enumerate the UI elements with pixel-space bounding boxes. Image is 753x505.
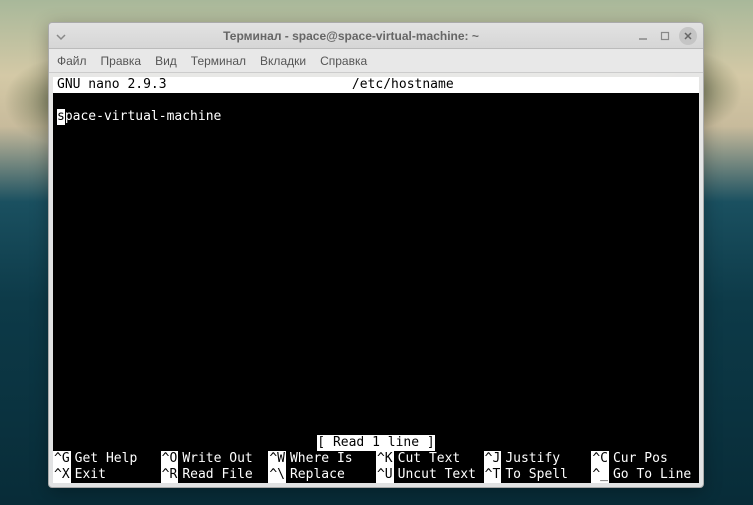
minimize-button[interactable] — [635, 28, 651, 44]
shortcut-get-help: ^GGet Help — [53, 451, 161, 467]
shortcut-cut-text: ^KCut Text — [376, 451, 484, 467]
window-title: Терминал - space@space-virtual-machine: … — [67, 29, 635, 43]
nano-filename: /etc/hostname — [167, 77, 639, 93]
nano-content: pace-virtual-machine — [65, 109, 222, 124]
terminal-window: Терминал - space@space-virtual-machine: … — [48, 22, 704, 488]
close-button[interactable] — [679, 27, 697, 45]
terminal-viewport[interactable]: GNU nano 2.9.3 /etc/hostname space-virtu… — [53, 77, 699, 483]
menu-edit[interactable]: Правка — [101, 54, 142, 68]
nano-shortcuts: ^GGet Help ^OWrite Out ^WWhere Is ^KCut … — [53, 451, 699, 483]
menu-view[interactable]: Вид — [155, 54, 177, 68]
nano-status-text: [ Read 1 line ] — [317, 435, 434, 451]
menu-tabs[interactable]: Вкладки — [260, 54, 306, 68]
shortcut-exit: ^XExit — [53, 467, 161, 483]
shortcut-justify: ^JJustify — [484, 451, 592, 467]
nano-titlebar: GNU nano 2.9.3 /etc/hostname — [53, 77, 699, 93]
menubar: Файл Правка Вид Терминал Вкладки Справка — [49, 49, 703, 73]
app-menu-icon[interactable] — [55, 30, 67, 42]
shortcut-cur-pos: ^CCur Pos — [591, 451, 699, 467]
shortcut-replace: ^\Replace — [268, 467, 376, 483]
nano-cursor: s — [57, 109, 65, 125]
menu-terminal[interactable]: Терминал — [191, 54, 246, 68]
shortcut-uncut-text: ^UUncut Text — [376, 467, 484, 483]
shortcut-to-spell: ^TTo Spell — [484, 467, 592, 483]
nano-app-name: GNU nano 2.9.3 — [53, 77, 167, 93]
titlebar[interactable]: Терминал - space@space-virtual-machine: … — [49, 23, 703, 49]
shortcut-read-file: ^RRead File — [161, 467, 269, 483]
maximize-button[interactable] — [657, 28, 673, 44]
shortcut-where-is: ^WWhere Is — [268, 451, 376, 467]
menu-help[interactable]: Справка — [320, 54, 367, 68]
shortcut-write-out: ^OWrite Out — [161, 451, 269, 467]
nano-editor[interactable]: space-virtual-machine — [53, 109, 699, 435]
nano-status-line: [ Read 1 line ] — [53, 435, 699, 451]
menu-file[interactable]: Файл — [57, 54, 87, 68]
shortcut-go-to-line: ^_Go To Line — [591, 467, 699, 483]
